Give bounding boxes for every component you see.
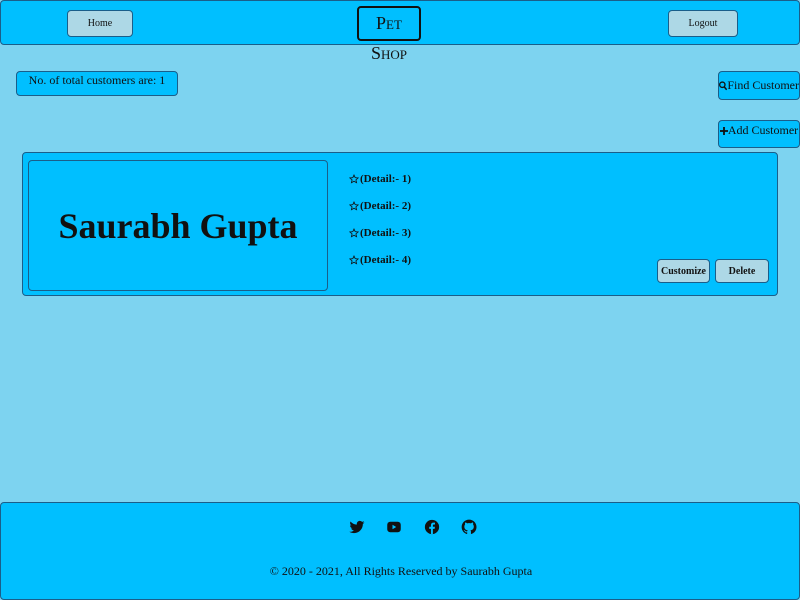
footer: © 2020 - 2021, All Rights Reserved by Sa… xyxy=(0,502,800,600)
customer-detail: (Detail:- 4) xyxy=(349,254,411,266)
add-customer-button[interactable]: Add Customer xyxy=(718,120,800,148)
star-icon xyxy=(349,255,359,265)
facebook-icon[interactable] xyxy=(423,518,441,536)
star-icon xyxy=(349,228,359,238)
detail-text: (Detail:- 2) xyxy=(360,200,412,212)
customer-card: Saurabh Gupta (Detail:- 1) (Detail:- 2) … xyxy=(22,152,778,296)
navbar: Home Pet Shop Logout xyxy=(0,0,800,63)
customer-detail: (Detail:- 3) xyxy=(349,227,411,239)
home-button[interactable]: Home xyxy=(67,10,133,37)
detail-text: (Detail:- 1) xyxy=(360,173,412,185)
star-icon xyxy=(349,201,359,211)
add-customer-label: Add Customer xyxy=(727,123,799,137)
twitter-icon[interactable] xyxy=(348,518,366,536)
delete-button[interactable]: Delete xyxy=(715,259,769,283)
plus-icon xyxy=(719,127,728,135)
customer-detail: (Detail:- 2) xyxy=(349,200,411,212)
detail-text: (Detail:- 3) xyxy=(360,227,412,239)
customer-detail: (Detail:- 1) xyxy=(349,173,411,185)
find-customer-button[interactable]: Find Customer xyxy=(718,71,800,100)
customize-button[interactable]: Customize xyxy=(657,259,710,283)
customer-name: Saurabh Gupta xyxy=(28,160,328,291)
find-customer-label: Find Customer xyxy=(727,78,799,92)
customer-count: No. of total customers are: 1 xyxy=(16,71,178,96)
logout-button[interactable]: Logout xyxy=(668,10,738,37)
star-icon xyxy=(349,174,359,184)
copyright-text: © 2020 - 2021, All Rights Reserved by Sa… xyxy=(269,564,533,578)
pet-shop-logo[interactable]: Pet Shop xyxy=(357,6,421,63)
search-icon xyxy=(719,80,728,90)
github-icon[interactable] xyxy=(460,518,478,536)
detail-text: (Detail:- 4) xyxy=(360,254,412,266)
youtube-icon[interactable] xyxy=(385,518,403,536)
